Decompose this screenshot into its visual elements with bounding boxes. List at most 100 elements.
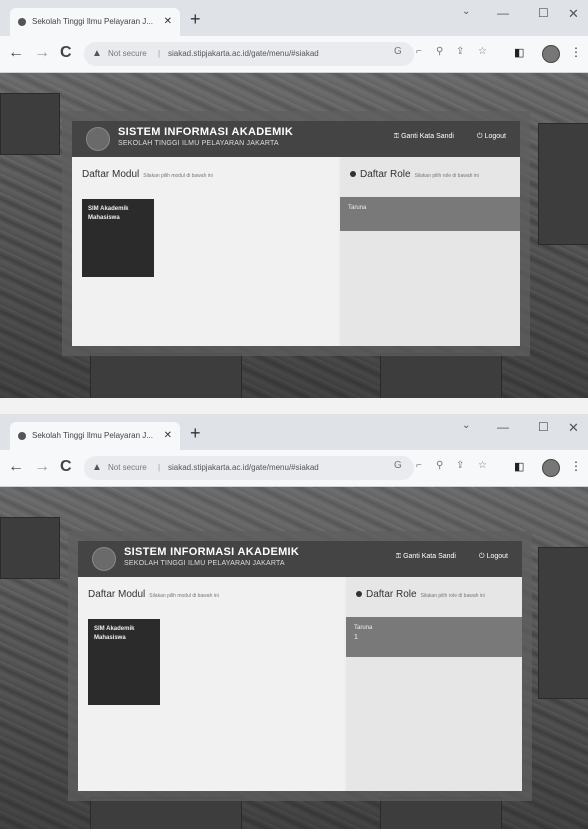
modul-heading-text: Daftar Modul [88, 589, 146, 600]
modul-tile-sim-akademik[interactable]: SIM Akademik Mahasiswa [88, 619, 160, 705]
forward-arrow-icon[interactable]: → [34, 44, 50, 62]
minimize-icon[interactable]: — [497, 6, 509, 20]
sidepanel-icon[interactable]: ◧ [514, 46, 524, 59]
role-hint: Silakan pilih role di bawah ini [414, 173, 479, 179]
minimize-icon[interactable]: — [497, 420, 509, 434]
logout-link[interactable]: ⏻ Logout [479, 553, 508, 561]
app-title: SISTEM INFORMASI AKADEMIK [124, 546, 300, 558]
logout-label: Logout [484, 133, 506, 140]
logout-label: Logout [486, 553, 508, 560]
change-password-label: Ganti Kata Sandi [403, 553, 456, 560]
page-viewport: SISTEM INFORMASI AKADEMIK SEKOLAH TINGGI… [0, 73, 588, 398]
role-heading: Daftar Role Silakan pilih role di bawah i… [356, 589, 485, 600]
back-arrow-icon[interactable]: ← [8, 458, 24, 476]
background-building [538, 547, 588, 699]
url-separator: | [158, 463, 161, 472]
background-building [380, 353, 502, 398]
profile-avatar[interactable] [542, 45, 560, 63]
role-item-taruna[interactable]: Taruna [340, 197, 520, 231]
bookmark-star-icon[interactable]: ☆ [478, 46, 487, 57]
logout-icon: ⏻ [477, 133, 483, 140]
not-secure-label: Not secure [108, 49, 147, 58]
browser-toolbar: ← → C ▲ Not secure | siakad.stipjakarta.… [0, 36, 588, 73]
role-bullet-icon [350, 171, 356, 178]
modul-heading: Daftar Modul Silakan pilih modul di bawah… [82, 169, 213, 180]
role-item-label: Taruna [354, 625, 373, 631]
logout-link[interactable]: ⏻ Logout [477, 133, 506, 141]
forward-arrow-icon[interactable]: → [34, 458, 50, 476]
browser-tab[interactable]: Sekolah Tinggi Ilmu Pelayaran J... ✕ [10, 8, 180, 36]
browser-tab[interactable]: Sekolah Tinggi Ilmu Pelayaran J... ✕ [10, 422, 180, 450]
tab-strip: Sekolah Tinggi Ilmu Pelayaran J... ✕ + ⌄… [0, 0, 588, 36]
change-password-link[interactable]: ⚿ Ganti Kata Sandi [396, 553, 456, 561]
modul-tile-sim-akademik[interactable]: SIM Akademik Mahasiswa [82, 199, 154, 277]
close-window-icon[interactable]: ✕ [568, 6, 579, 22]
translate-icon[interactable]: G [394, 46, 402, 57]
url-text: siakad.stipjakarta.ac.id/gate/menu/#siak… [168, 463, 319, 472]
app-header: SISTEM INFORMASI AKADEMIK SEKOLAH TINGGI… [78, 541, 522, 577]
key-icon: ⚿ [395, 553, 402, 560]
app-subtitle: SEKOLAH TINGGI ILMU PELAYARAN JAKARTA [124, 560, 285, 567]
background-building [0, 517, 60, 579]
screenshot-bottom: Sekolah Tinggi Ilmu Pelayaran J... ✕ + ⌄… [0, 414, 588, 829]
app-body: Daftar Modul Silakan pilih modul di bawah… [78, 577, 522, 791]
sidepanel-icon[interactable]: ◧ [514, 460, 524, 473]
app-panel: SISTEM INFORMASI AKADEMIK SEKOLAH TINGGI… [68, 531, 532, 801]
background-building [538, 123, 588, 245]
new-tab-button[interactable]: + [190, 422, 201, 444]
new-tab-button[interactable]: + [190, 8, 201, 30]
screenshot-top: Sekolah Tinggi Ilmu Pelayaran J... ✕ + ⌄… [0, 0, 588, 398]
profile-avatar[interactable] [542, 459, 560, 477]
change-password-label: Ganti Kata Sandi [401, 133, 454, 140]
background-building [380, 797, 502, 829]
role-hint: Silakan pilih role di bawah ini [420, 593, 485, 599]
tab-search-icon[interactable]: ⌄ [462, 420, 470, 431]
browser-menu-icon[interactable]: ⋮ [570, 459, 582, 473]
app-header: SISTEM INFORMASI AKADEMIK SEKOLAH TINGGI… [72, 121, 520, 157]
modul-section: Daftar Modul Silakan pilih modul di bawah… [72, 157, 338, 346]
zoom-icon[interactable]: ⚲ [436, 46, 443, 57]
reload-icon[interactable]: C [60, 44, 72, 62]
modul-hint: Silakan pilih modul di bawah ini [149, 593, 219, 599]
tab-close-icon[interactable]: ✕ [164, 8, 172, 36]
bookmark-star-icon[interactable]: ☆ [478, 460, 487, 471]
maximize-icon[interactable]: ☐ [538, 420, 549, 434]
maximize-icon[interactable]: ☐ [538, 6, 549, 20]
address-bar[interactable]: ▲ Not secure | siakad.stipjakarta.ac.id/… [84, 456, 414, 480]
app-title: SISTEM INFORMASI AKADEMIK [118, 126, 294, 138]
modul-hint: Silakan pilih modul di bawah ini [143, 173, 213, 179]
role-item-label: Taruna [348, 205, 367, 211]
role-heading-text: Daftar Role [366, 589, 417, 600]
browser-menu-icon[interactable]: ⋮ [570, 45, 582, 59]
close-window-icon[interactable]: ✕ [568, 420, 579, 436]
key-icon[interactable]: ⌐ [416, 46, 422, 57]
role-item-count: 1 [354, 634, 358, 641]
logo-icon [92, 547, 116, 571]
share-icon[interactable]: ⇪ [456, 460, 464, 471]
address-bar[interactable]: ▲ Not secure | siakad.stipjakarta.ac.id/… [84, 42, 414, 66]
url-separator: | [158, 49, 161, 58]
logo-icon [86, 127, 110, 151]
warning-icon: ▲ [92, 462, 102, 473]
role-heading-text: Daftar Role [360, 169, 411, 180]
app-subtitle: SEKOLAH TINGGI ILMU PELAYARAN JAKARTA [118, 140, 279, 147]
favicon-icon [18, 18, 26, 26]
key-icon: ⚿ [393, 133, 400, 140]
role-item-taruna[interactable]: Taruna 1 [346, 617, 522, 657]
translate-icon[interactable]: G [394, 460, 402, 471]
key-icon[interactable]: ⌐ [416, 460, 422, 471]
share-icon[interactable]: ⇪ [456, 46, 464, 57]
app-body: Daftar Modul Silakan pilih modul di bawah… [72, 157, 520, 346]
tab-search-icon[interactable]: ⌄ [462, 6, 470, 17]
page-viewport: SISTEM INFORMASI AKADEMIK SEKOLAH TINGGI… [0, 487, 588, 829]
role-section: Daftar Role Silakan pilih role di bawah i… [340, 157, 520, 346]
change-password-link[interactable]: ⚿ Ganti Kata Sandi [394, 133, 454, 141]
logout-icon: ⏻ [479, 553, 485, 560]
back-arrow-icon[interactable]: ← [8, 44, 24, 62]
reload-icon[interactable]: C [60, 458, 72, 476]
zoom-icon[interactable]: ⚲ [436, 460, 443, 471]
background-building [90, 797, 242, 829]
not-secure-label: Not secure [108, 463, 147, 472]
modul-section: Daftar Modul Silakan pilih modul di bawah… [78, 577, 344, 791]
tab-close-icon[interactable]: ✕ [164, 422, 172, 450]
